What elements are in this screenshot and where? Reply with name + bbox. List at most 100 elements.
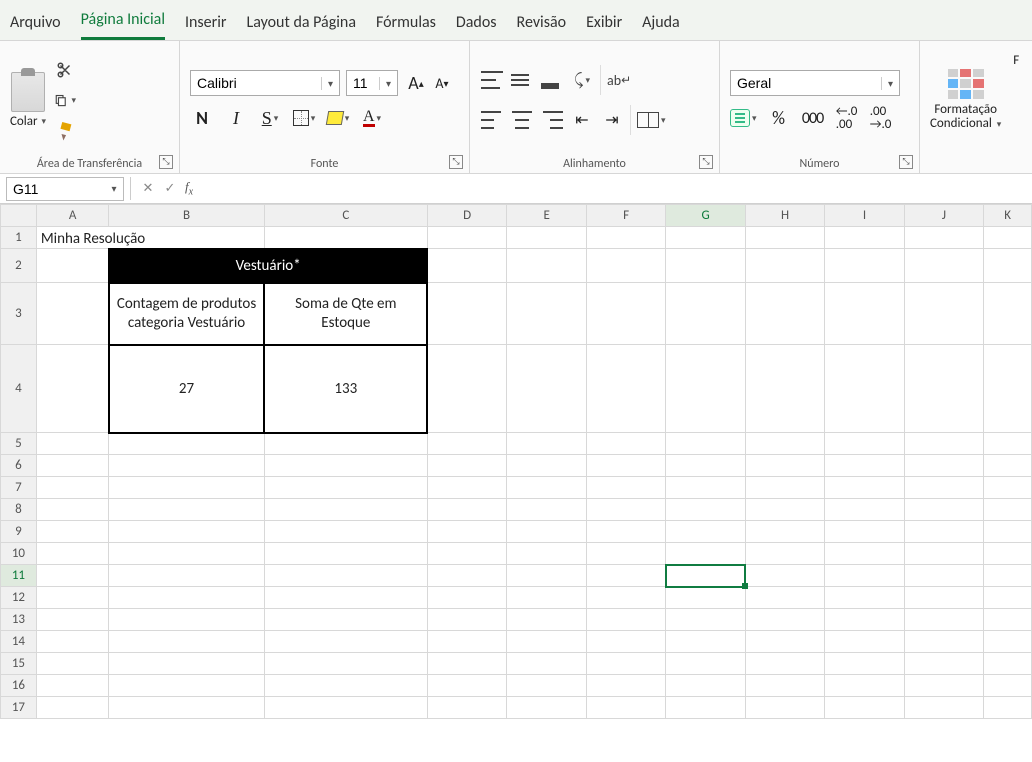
table-header-1[interactable]: Soma de Qte em Estoque (264, 283, 427, 345)
cell[interactable] (507, 345, 586, 433)
cell[interactable] (984, 477, 1032, 499)
row-header[interactable]: 2 (1, 249, 37, 283)
cell[interactable] (507, 283, 586, 345)
cell[interactable] (507, 227, 586, 249)
cell[interactable] (984, 521, 1032, 543)
font-size-combo[interactable]: ▾ (346, 70, 398, 96)
borders-button[interactable]: ▾ (292, 106, 316, 130)
cell[interactable] (666, 675, 745, 697)
cell[interactable] (984, 499, 1032, 521)
cell[interactable] (825, 499, 904, 521)
accept-formula-button[interactable]: ✓ (159, 178, 181, 200)
menu-layout[interactable]: Layout da Página (246, 9, 356, 40)
font-size-input[interactable] (347, 75, 379, 91)
align-center-button[interactable] (510, 108, 534, 132)
cell[interactable] (666, 249, 745, 283)
cell[interactable] (109, 499, 264, 521)
cell[interactable] (586, 521, 665, 543)
cell[interactable] (36, 565, 109, 587)
col-header-F[interactable]: F (586, 205, 665, 227)
cell[interactable] (427, 697, 506, 719)
underline-button[interactable]: S▾ (258, 106, 282, 130)
cell[interactable] (586, 587, 665, 609)
cell[interactable] (984, 543, 1032, 565)
align-top-button[interactable] (480, 68, 504, 92)
row-header[interactable]: 5 (1, 433, 37, 455)
cell[interactable] (36, 543, 109, 565)
cell-A1[interactable]: Minha Resolução (36, 227, 264, 249)
dialog-launcher-icon[interactable]: ⤡ (899, 155, 913, 169)
cell[interactable] (984, 675, 1032, 697)
menu-exibir[interactable]: Exibir (586, 9, 622, 40)
cell[interactable] (586, 433, 665, 455)
col-header-H[interactable]: H (745, 205, 824, 227)
cell[interactable] (904, 631, 983, 653)
cell[interactable] (666, 433, 745, 455)
row-header[interactable]: 11 (1, 565, 37, 587)
cell[interactable] (666, 227, 745, 249)
chevron-down-icon[interactable]: ▾ (105, 182, 123, 195)
col-header-A[interactable]: A (36, 205, 109, 227)
cell[interactable] (264, 697, 427, 719)
chevron-down-icon[interactable]: ▾ (379, 77, 397, 90)
cell[interactable] (36, 455, 109, 477)
cell[interactable] (507, 697, 586, 719)
cell[interactable] (36, 521, 109, 543)
increase-indent-button[interactable]: ⇥ (600, 108, 624, 132)
cell[interactable] (745, 609, 824, 631)
cell[interactable] (904, 521, 983, 543)
cell[interactable] (586, 249, 665, 283)
cell[interactable] (36, 653, 109, 675)
cell[interactable] (427, 227, 506, 249)
cell[interactable] (745, 565, 824, 587)
percent-format-button[interactable]: % (767, 106, 791, 130)
col-header-K[interactable]: K (984, 205, 1032, 227)
cell[interactable] (825, 587, 904, 609)
cell[interactable] (264, 653, 427, 675)
increase-font-button[interactable]: A▴ (404, 71, 428, 95)
cell[interactable] (745, 345, 824, 433)
comma-format-button[interactable]: 000 (801, 106, 825, 130)
cell[interactable] (427, 521, 506, 543)
cell[interactable] (507, 249, 586, 283)
menu-inserir[interactable]: Inserir (185, 9, 226, 40)
cell[interactable] (586, 543, 665, 565)
cell[interactable] (586, 283, 665, 345)
number-format-combo[interactable]: ▾ (730, 70, 900, 96)
cell[interactable] (36, 675, 109, 697)
cell[interactable] (904, 587, 983, 609)
cell[interactable] (109, 543, 264, 565)
cell[interactable] (586, 455, 665, 477)
cell[interactable] (427, 455, 506, 477)
formula-input[interactable] (197, 177, 1032, 201)
cell[interactable] (264, 587, 427, 609)
align-right-button[interactable] (540, 108, 564, 132)
cell[interactable] (427, 587, 506, 609)
cell[interactable] (666, 543, 745, 565)
dialog-launcher-icon[interactable]: ⤡ (159, 155, 173, 169)
name-box[interactable]: ▾ (6, 177, 124, 201)
cell[interactable] (264, 631, 427, 653)
cell[interactable] (825, 345, 904, 433)
cell[interactable] (264, 455, 427, 477)
row-header[interactable]: 1 (1, 227, 37, 249)
cell[interactable] (427, 543, 506, 565)
cell[interactable] (825, 455, 904, 477)
col-header-G[interactable]: G (666, 205, 745, 227)
row-header[interactable]: 17 (1, 697, 37, 719)
cell[interactable] (825, 521, 904, 543)
cell[interactable] (586, 653, 665, 675)
row-header[interactable]: 6 (1, 455, 37, 477)
cell[interactable] (666, 653, 745, 675)
col-header-J[interactable]: J (904, 205, 983, 227)
cell[interactable] (507, 609, 586, 631)
cell[interactable] (507, 543, 586, 565)
accounting-format-button[interactable]: ▾ (730, 106, 757, 130)
cell[interactable] (666, 587, 745, 609)
table-value-1[interactable]: 133 (264, 345, 427, 433)
cell[interactable] (507, 477, 586, 499)
cell[interactable] (109, 433, 264, 455)
cancel-formula-button[interactable]: ✕ (137, 178, 159, 200)
cell[interactable] (427, 283, 506, 345)
row-header[interactable]: 16 (1, 675, 37, 697)
